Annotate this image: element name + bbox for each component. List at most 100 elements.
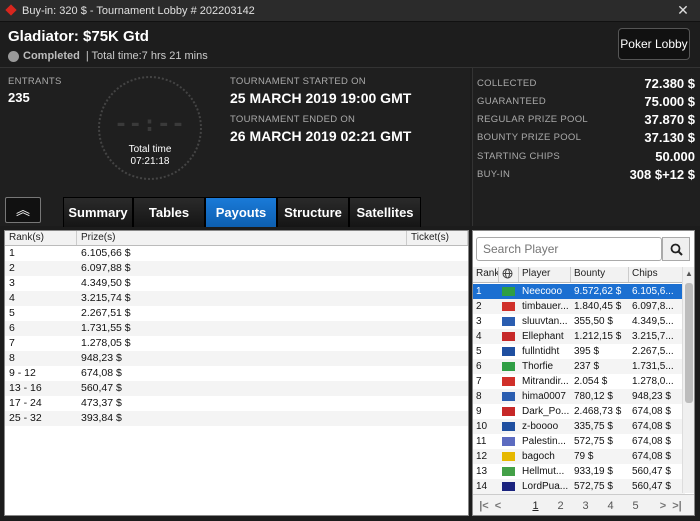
table-row[interactable]: 17 - 24 473,37 $: [5, 396, 468, 411]
player-bounty: 9.572,62 $: [574, 286, 622, 297]
page-button[interactable]: 4: [598, 500, 623, 512]
page-button[interactable]: 3: [573, 500, 598, 512]
list-item[interactable]: 8 hima0007 780,12 $ 948,23 $: [473, 389, 685, 404]
list-item[interactable]: 9 Dark_Po... 2.468,73 $ 674,08 $: [473, 404, 685, 419]
list-item[interactable]: 12 bagoch 79 $ 674,08 $: [473, 449, 685, 464]
column-header-prize[interactable]: Prize(s): [77, 231, 407, 245]
ended-on: TOURNAMENT ENDED ON 26 MARCH 2019 02:21 …: [230, 114, 411, 144]
column-header-ticket[interactable]: Ticket(s): [407, 231, 468, 245]
payout-prize: 4.349,50 $: [81, 277, 131, 289]
player-name: sluuvtan...: [522, 316, 568, 327]
tab-structure[interactable]: Structure: [277, 197, 349, 227]
column-header-bounty[interactable]: Bounty: [571, 267, 629, 282]
list-item[interactable]: 6 Thorfie 237 $ 1.731,5...: [473, 359, 685, 374]
tab-tables[interactable]: Tables: [133, 197, 205, 227]
table-row[interactable]: 4 3.215,74 $: [5, 291, 468, 306]
country-flag-icon: [499, 449, 519, 464]
list-item[interactable]: 13 Hellmut... 933,19 $ 560,47 $: [473, 464, 685, 479]
country-flag-icon: [499, 464, 519, 479]
table-row[interactable]: 25 - 32 393,84 $: [5, 411, 468, 426]
table-row[interactable]: 13 - 16 560,47 $: [5, 381, 468, 396]
collapse-button[interactable]: ︽: [5, 197, 41, 223]
payout-rank: 5: [9, 307, 15, 319]
search-player-input[interactable]: [476, 237, 662, 261]
column-header-country[interactable]: [499, 267, 519, 282]
table-row[interactable]: 8 948,23 $: [5, 351, 468, 366]
player-rank: 1: [476, 286, 482, 297]
stat-value: 37.130 $: [644, 129, 695, 145]
table-row[interactable]: 9 - 12 674,08 $: [5, 366, 468, 381]
page-button[interactable]: 5: [623, 500, 648, 512]
list-item[interactable]: 5 fullntidht 395 $ 2.267,5...: [473, 344, 685, 359]
player-chips: 1.731,5...: [632, 361, 674, 372]
payout-ticket: [407, 381, 468, 396]
country-flag-icon: [499, 389, 519, 404]
country-flag-icon: [499, 329, 519, 344]
list-item[interactable]: 10 z-boooo 335,75 $ 674,08 $: [473, 419, 685, 434]
table-row[interactable]: 2 6.097,88 $: [5, 261, 468, 276]
clock-label: Total time: [128, 144, 172, 155]
list-item[interactable]: 1 Neecooo 9.572,62 $ 6.105,6...: [473, 284, 685, 299]
player-rank: 10: [476, 421, 488, 432]
table-row[interactable]: 3 4.349,50 $: [5, 276, 468, 291]
tab-payouts[interactable]: Payouts: [205, 197, 277, 227]
search-button[interactable]: [662, 237, 690, 261]
player-bounty: 572,75 $: [574, 436, 613, 447]
next-page-button[interactable]: >: [656, 500, 670, 512]
table-row[interactable]: 7 1.278,05 $: [5, 336, 468, 351]
lobby-tabs: Summary Tables Payouts Structure Satelli…: [63, 197, 421, 227]
status-dot-icon: [8, 50, 19, 62]
stat-collected: COLLECTED 72.380 $: [477, 74, 695, 92]
player-rank: 8: [476, 391, 482, 402]
player-chips: 3.215,7...: [632, 331, 674, 342]
ended-value: 26 MARCH 2019 02:21 GMT: [230, 128, 412, 144]
tab-summary[interactable]: Summary: [63, 197, 133, 227]
table-row[interactable]: 5 2.267,51 $: [5, 306, 468, 321]
payout-rank: 8: [9, 352, 15, 364]
prev-page-button[interactable]: <: [491, 500, 505, 512]
player-rank: 14: [476, 481, 488, 492]
list-item[interactable]: 14 LordPua... 572,75 $ 560,47 $: [473, 479, 685, 494]
column-header-rank[interactable]: Rank(s): [5, 231, 77, 245]
payout-rank: 7: [9, 337, 15, 349]
first-page-button[interactable]: |<: [477, 500, 491, 512]
table-row[interactable]: 1 6.105,66 $: [5, 246, 468, 261]
stat-guaranteed: GUARANTEED 75.000 $: [477, 92, 695, 110]
window-title: Buy-in: 320 $ - Tournament Lobby # 20220…: [22, 4, 255, 17]
column-header-chips[interactable]: Chips: [629, 267, 685, 282]
stat-label: BOUNTY PRIZE POOL: [477, 131, 582, 143]
column-header-rank[interactable]: Rank: [473, 267, 499, 282]
page-button[interactable]: 1: [523, 500, 548, 512]
window-titlebar: Buy-in: 320 $ - Tournament Lobby # 20220…: [0, 0, 700, 22]
last-page-button[interactable]: >|: [670, 500, 684, 512]
list-item[interactable]: 4 Ellephant 1.212,15 $ 3.215,7...: [473, 329, 685, 344]
player-list-pager: |< < 1 2 3 4 5 > >|: [473, 494, 694, 515]
player-chips: 6.105,6...: [632, 286, 674, 297]
payout-ticket: [407, 261, 468, 276]
payout-ticket: [407, 276, 468, 291]
page-button[interactable]: 2: [548, 500, 573, 512]
clock-widget: --:-- Total time 07:21:18: [98, 76, 202, 180]
entrants-label: ENTRANTS: [8, 76, 62, 87]
list-item[interactable]: 7 Mitrandir... 2.054 $ 1.278,0...: [473, 374, 685, 389]
tab-satellites[interactable]: Satellites: [349, 197, 421, 227]
total-time-text: | Total time:7 hrs 21 mins: [85, 50, 208, 62]
list-item[interactable]: 11 Palestin... 572,75 $ 674,08 $: [473, 434, 685, 449]
player-name: Ellephant: [522, 331, 564, 342]
column-header-player[interactable]: Player: [519, 267, 571, 282]
scrollbar-thumb[interactable]: [685, 283, 693, 403]
player-name: bagoch: [522, 451, 555, 462]
poker-lobby-button[interactable]: Poker Lobby: [618, 28, 690, 60]
table-row[interactable]: 6 1.731,55 $: [5, 321, 468, 336]
scroll-up-icon[interactable]: ▲: [683, 267, 694, 281]
list-item[interactable]: 2 timbauer... 1.840,45 $ 6.097,8...: [473, 299, 685, 314]
close-icon[interactable]: ✕: [674, 2, 692, 19]
player-bounty: 1.840,45 $: [574, 301, 622, 312]
payout-prize: 1.278,05 $: [81, 337, 131, 349]
player-chips: 4.349,5...: [632, 316, 674, 327]
player-list-scrollbar[interactable]: ▲: [682, 267, 694, 493]
list-item[interactable]: 3 sluuvtan... 355,50 $ 4.349,5...: [473, 314, 685, 329]
payout-prize: 674,08 $: [81, 367, 122, 379]
player-chips: 1.278,0...: [632, 376, 674, 387]
ended-label: TOURNAMENT ENDED ON: [230, 114, 356, 125]
